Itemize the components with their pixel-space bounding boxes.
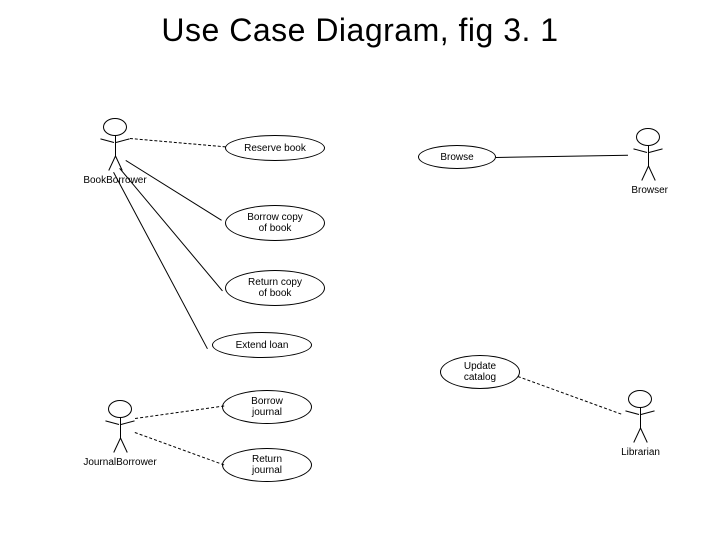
actor-browser: Browser (628, 128, 668, 198)
usecase-label: Browse (440, 152, 473, 163)
assoc-journalborrower-borrowjournal (135, 405, 224, 419)
usecase-return-copy: Return copyof book (225, 270, 325, 306)
usecase-borrow-copy: Borrow copyof book (225, 205, 325, 241)
actor-librarian: Librarian (620, 390, 660, 460)
actor-head-icon (628, 390, 652, 408)
usecase-label: Return copyof book (248, 277, 302, 299)
usecase-label: Updatecatalog (464, 361, 496, 383)
usecase-browse: Browse (418, 145, 496, 169)
actor-head-icon (636, 128, 660, 146)
assoc-bookborrower-extendloan (113, 172, 208, 349)
assoc-browser-browse (496, 155, 628, 158)
assoc-bookborrower-returncopy (119, 168, 223, 291)
actor-journal-borrower: JournalBorrower (100, 400, 140, 470)
usecase-label: Reserve book (244, 143, 306, 154)
usecase-label: Returnjournal (252, 454, 282, 476)
actor-label: Librarian (621, 447, 660, 458)
assoc-bookborrower-reserve (130, 138, 226, 147)
assoc-bookborrower-borrowcopy (125, 160, 221, 221)
page-title: Use Case Diagram, fig 3. 1 (0, 12, 720, 49)
usecase-borrow-journal: Borrowjournal (222, 390, 312, 424)
usecase-reserve-book: Reserve book (225, 135, 325, 161)
actor-head-icon (103, 118, 127, 136)
usecase-label: Extend loan (236, 340, 289, 351)
usecase-label: Borrow copyof book (247, 212, 303, 234)
actor-label: Browser (631, 185, 668, 196)
actor-label: JournalBorrower (83, 457, 156, 468)
usecase-label: Borrowjournal (251, 396, 283, 418)
assoc-librarian-updatecatalog (518, 376, 622, 415)
usecase-extend-loan: Extend loan (212, 332, 312, 358)
usecase-return-journal: Returnjournal (222, 448, 312, 482)
actor-head-icon (108, 400, 132, 418)
usecase-update-catalog: Updatecatalog (440, 355, 520, 389)
